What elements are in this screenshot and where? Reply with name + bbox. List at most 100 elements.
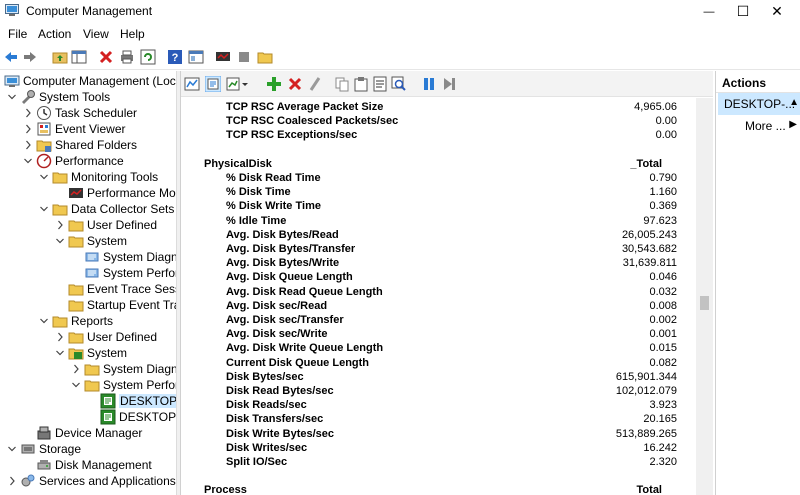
folder-icon[interactable] — [257, 49, 273, 65]
chevron-right-icon[interactable] — [72, 364, 80, 374]
chevron-down-icon[interactable] — [56, 348, 64, 358]
performance-toolbar — [181, 71, 713, 97]
pause-icon[interactable] — [421, 76, 437, 92]
close-button[interactable]: ✕ — [754, 0, 800, 23]
more-actions-link[interactable]: More ... — [745, 119, 786, 133]
properties-icon[interactable] — [372, 76, 388, 92]
tree-item[interactable]: Reports — [0, 313, 176, 329]
tree-item[interactable]: System Diagnc — [0, 249, 176, 265]
tree-item[interactable]: System Tools — [0, 89, 176, 105]
tree-item[interactable]: Event Viewer — [0, 121, 176, 137]
data-collector-icon — [85, 268, 99, 278]
tree-item[interactable]: System — [0, 233, 176, 249]
paste-icon[interactable] — [353, 76, 369, 92]
chevron-down-icon[interactable] — [40, 204, 48, 214]
collapse-icon[interactable]: ▲ — [789, 97, 799, 108]
view-report-icon[interactable] — [205, 76, 221, 92]
chevron-down-icon[interactable] — [8, 92, 16, 102]
chevron-down-icon[interactable] — [40, 172, 48, 182]
tree-item[interactable]: Computer Management (Local) — [0, 73, 176, 89]
show-hide-tree-icon[interactable] — [71, 49, 87, 65]
report-counter-row: % Idle Time 97.623 — [181, 215, 696, 229]
tree-item[interactable]: User Defined — [0, 217, 176, 233]
help-icon[interactable]: ? — [167, 49, 183, 65]
report-scrollbar[interactable] — [696, 98, 713, 495]
tree-item[interactable]: Storage — [0, 441, 176, 457]
tree-item[interactable]: DESKTOP-E — [0, 409, 176, 425]
back-arrow-icon[interactable] — [3, 49, 19, 65]
tree-item[interactable]: Monitoring Tools — [0, 169, 176, 185]
chevron-down-icon[interactable] — [8, 444, 16, 454]
console-tree[interactable]: Computer Management (Local) System Tools T… — [0, 71, 176, 495]
refresh-icon[interactable] — [140, 49, 156, 65]
menu-file[interactable]: File — [8, 27, 27, 41]
stop-icon[interactable] — [236, 49, 252, 65]
tree-item[interactable]: User Defined — [0, 329, 176, 345]
counter-value: 0.002 — [649, 314, 677, 326]
chevron-right-icon[interactable] — [24, 124, 32, 134]
tree-item[interactable]: Device Manager — [0, 425, 176, 441]
monitor-icon[interactable] — [215, 49, 231, 65]
report-counter-row: Avg. Disk Bytes/Read 26,005.243 — [181, 229, 696, 243]
tree-item[interactable]: Event Trace Session — [0, 281, 176, 297]
counter-name: Split IO/Sec — [226, 456, 288, 468]
forward-arrow-icon[interactable] — [22, 49, 38, 65]
tree-item[interactable]: System Diagnc — [0, 361, 176, 377]
report-counter-row: % Disk Write Time 0.369 — [181, 200, 696, 214]
delete-icon[interactable] — [98, 49, 114, 65]
tree-item-label: System Diagnc — [103, 250, 176, 264]
chevron-down-icon[interactable] — [40, 316, 48, 326]
tree-item-label: DESKTOP-E — [119, 410, 176, 424]
counter-name: Disk Write Bytes/sec — [226, 427, 335, 440]
counter-value: 4,965.06 — [634, 101, 677, 113]
tree-item[interactable]: System Perforr — [0, 377, 176, 393]
tree-item[interactable]: Performance — [0, 153, 176, 169]
chevron-right-icon[interactable] — [56, 220, 64, 230]
zoom-icon[interactable] — [391, 76, 407, 92]
maximize-icon: ☐ — [736, 3, 750, 19]
tree-item[interactable]: Shared Folders — [0, 137, 176, 153]
chevron-down-icon[interactable] — [72, 380, 80, 390]
tree-item[interactable]: Task Scheduler — [0, 105, 176, 121]
delete-counter-icon[interactable] — [287, 76, 303, 92]
performance-icon — [36, 153, 52, 169]
highlight-icon[interactable] — [307, 76, 323, 92]
menu-action[interactable]: Action — [38, 27, 71, 41]
counter-name: % Disk Read Time — [226, 172, 321, 184]
chevron-right-icon[interactable] — [8, 476, 16, 486]
chevron-down-icon[interactable] — [24, 156, 32, 166]
chevron-right-icon[interactable] — [24, 108, 32, 118]
chevron-right-icon[interactable] — [56, 332, 64, 342]
tree-item[interactable]: System — [0, 345, 176, 361]
tree-item[interactable]: Performance Mon — [0, 185, 176, 201]
counter-name: TCP RSC Exceptions/sec — [226, 129, 358, 142]
folder-icon — [52, 316, 68, 328]
folder-icon — [52, 172, 68, 184]
print-icon[interactable] — [119, 49, 135, 65]
counter-value: 513,889.265 — [615, 427, 677, 440]
add-counter-icon[interactable] — [266, 76, 282, 92]
tree-item[interactable]: Data Collector Sets — [0, 201, 176, 217]
menu-help[interactable]: Help — [120, 27, 145, 41]
tree-item[interactable]: Services and Applications — [0, 473, 176, 489]
tree-item[interactable]: Startup Event Trace — [0, 297, 176, 313]
tree-item[interactable]: DESKTOP-E — [0, 393, 176, 409]
chevron-down-icon[interactable] — [56, 236, 64, 246]
close-icon: ✕ — [771, 3, 783, 19]
copy-icon[interactable] — [334, 76, 350, 92]
menu-view[interactable]: View — [83, 27, 109, 41]
view-graph-icon[interactable] — [184, 76, 200, 92]
tree-item-label: System Perforr — [103, 266, 176, 280]
up-folder-icon[interactable] — [52, 49, 68, 65]
actions-selected-item[interactable]: DESKTOP-... ▲ — [718, 93, 800, 115]
chevron-right-icon[interactable] — [24, 140, 32, 150]
tree-item[interactable]: System Perforr — [0, 265, 176, 281]
change-graph-icon[interactable] — [226, 76, 242, 92]
chevron-down-icon[interactable] — [241, 76, 249, 92]
report-counter-row: Current Disk Queue Length 0.082 — [181, 357, 696, 371]
folder-icon — [84, 364, 100, 376]
next-icon[interactable] — [441, 76, 457, 92]
scrollbar-thumb[interactable] — [700, 296, 709, 310]
tree-item[interactable]: Disk Management — [0, 457, 176, 473]
properties-icon[interactable] — [188, 49, 204, 65]
